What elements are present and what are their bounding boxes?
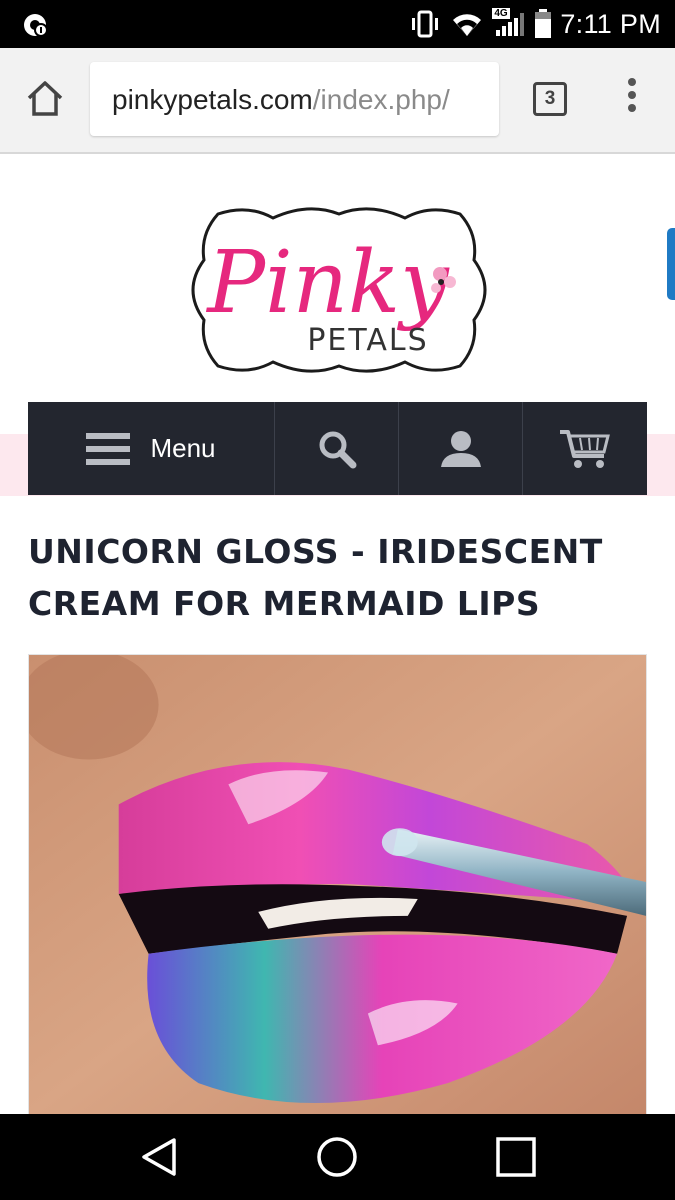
logo-text-main: Pinky bbox=[205, 233, 450, 333]
wifi-icon bbox=[453, 14, 482, 36]
product-image[interactable] bbox=[28, 654, 647, 1116]
vibrate-icon bbox=[412, 10, 439, 38]
back-icon[interactable] bbox=[136, 1134, 182, 1180]
search-button[interactable] bbox=[275, 402, 399, 495]
url-text: pinkypetals.com/index.php/ bbox=[112, 84, 450, 116]
menu-label: Menu bbox=[150, 433, 216, 463]
menu-button[interactable]: Menu bbox=[28, 402, 275, 495]
status-time: 7:11 PM bbox=[560, 8, 661, 39]
overflow-menu-icon[interactable] bbox=[620, 78, 644, 120]
tab-switcher-button[interactable]: 3 bbox=[533, 82, 567, 116]
status-bar: 4G 7:11 PM bbox=[0, 0, 675, 48]
product-title: UNICORN GLOSS - IRIDESCENT CREAM FOR MER… bbox=[28, 532, 603, 623]
home-icon[interactable] bbox=[24, 78, 66, 120]
url-domain: pinkypetals.com bbox=[112, 84, 313, 115]
browser-toolbar: pinkypetals.com/index.php/ 3 bbox=[0, 48, 675, 154]
url-path: /index.php/ bbox=[312, 84, 450, 115]
account-icon bbox=[440, 430, 481, 467]
main-navbar: Menu bbox=[28, 402, 647, 495]
cart-icon bbox=[560, 429, 610, 468]
menu-icon bbox=[86, 432, 131, 465]
recents-icon[interactable] bbox=[493, 1134, 539, 1180]
cart-button[interactable] bbox=[523, 402, 647, 495]
home-nav-icon[interactable] bbox=[314, 1134, 360, 1180]
side-feedback-tab[interactable] bbox=[667, 228, 675, 300]
signal-icon: 4G bbox=[492, 8, 526, 38]
battery-icon bbox=[535, 9, 552, 38]
url-bar[interactable]: pinkypetals.com/index.php/ bbox=[90, 62, 499, 136]
site-logo[interactable]: Pinky PETALS bbox=[178, 200, 500, 380]
logo-text-sub: PETALS bbox=[307, 323, 428, 358]
search-icon bbox=[319, 431, 356, 468]
account-button[interactable] bbox=[399, 402, 523, 495]
notification-icon bbox=[24, 14, 48, 37]
system-navigation-bar bbox=[0, 1114, 675, 1200]
